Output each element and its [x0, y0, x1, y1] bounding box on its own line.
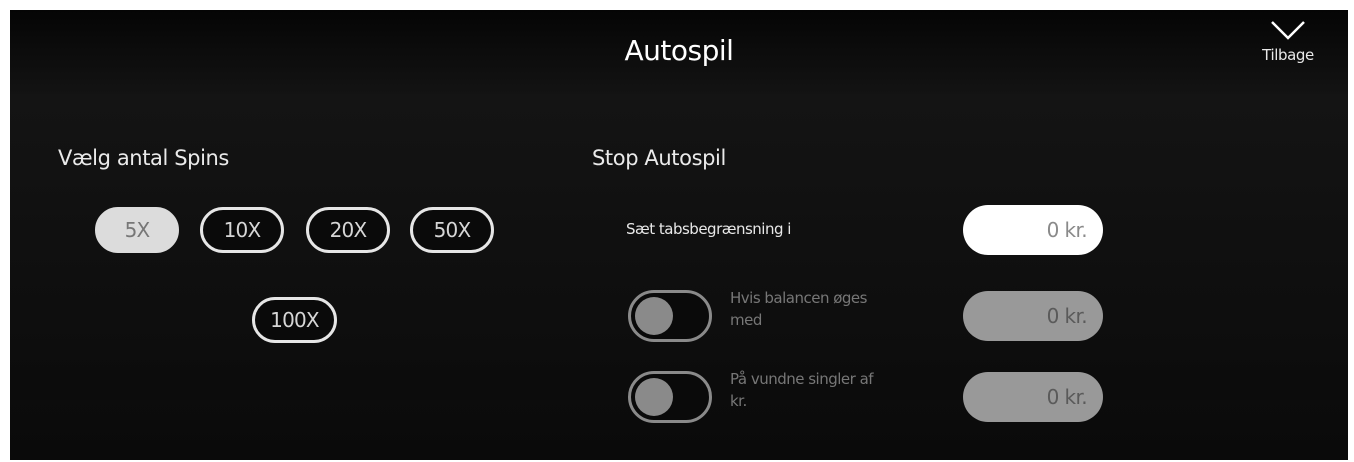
toggle-knob	[635, 378, 673, 416]
autoplay-panel: Autospil Tilbage Vælg antal Spins 5X 10X…	[10, 10, 1348, 460]
single-win-label-line1: På vundne singler af	[730, 370, 874, 388]
toggle-knob	[635, 297, 673, 335]
header: Autospil Tilbage	[10, 10, 1348, 94]
single-win-label-line2: kr.	[730, 392, 747, 410]
spins-section-title: Vælg antal Spins	[58, 146, 229, 170]
spin-option-10x[interactable]: 10X	[200, 207, 284, 253]
spin-option-5x[interactable]: 5X	[95, 207, 179, 253]
stop-section-title: Stop Autospil	[592, 146, 726, 170]
single-win-label: På vundne singler af kr.	[730, 368, 874, 412]
balance-increase-label-line1: Hvis balancen øges	[730, 289, 867, 307]
single-win-toggle[interactable]	[628, 371, 712, 423]
single-win-field[interactable]: 0 kr.	[963, 372, 1103, 422]
chevron-down-icon	[1248, 18, 1328, 42]
spin-option-20x[interactable]: 20X	[306, 207, 390, 253]
content: Vælg antal Spins 5X 10X 20X 50X 100X Sto…	[10, 94, 1348, 460]
spin-option-50x[interactable]: 50X	[410, 207, 494, 253]
loss-limit-field[interactable]: 0 kr.	[963, 205, 1103, 255]
balance-increase-label-line2: med	[730, 311, 762, 329]
back-label: Tilbage	[1262, 46, 1314, 64]
spin-option-100x[interactable]: 100X	[252, 297, 337, 343]
loss-limit-label: Sæt tabsbegrænsning i	[626, 220, 791, 238]
balance-increase-label: Hvis balancen øges med	[730, 287, 867, 331]
balance-increase-field[interactable]: 0 kr.	[963, 291, 1103, 341]
back-button[interactable]: Tilbage	[1248, 18, 1328, 64]
balance-increase-toggle[interactable]	[628, 290, 712, 342]
page-title: Autospil	[624, 34, 734, 67]
